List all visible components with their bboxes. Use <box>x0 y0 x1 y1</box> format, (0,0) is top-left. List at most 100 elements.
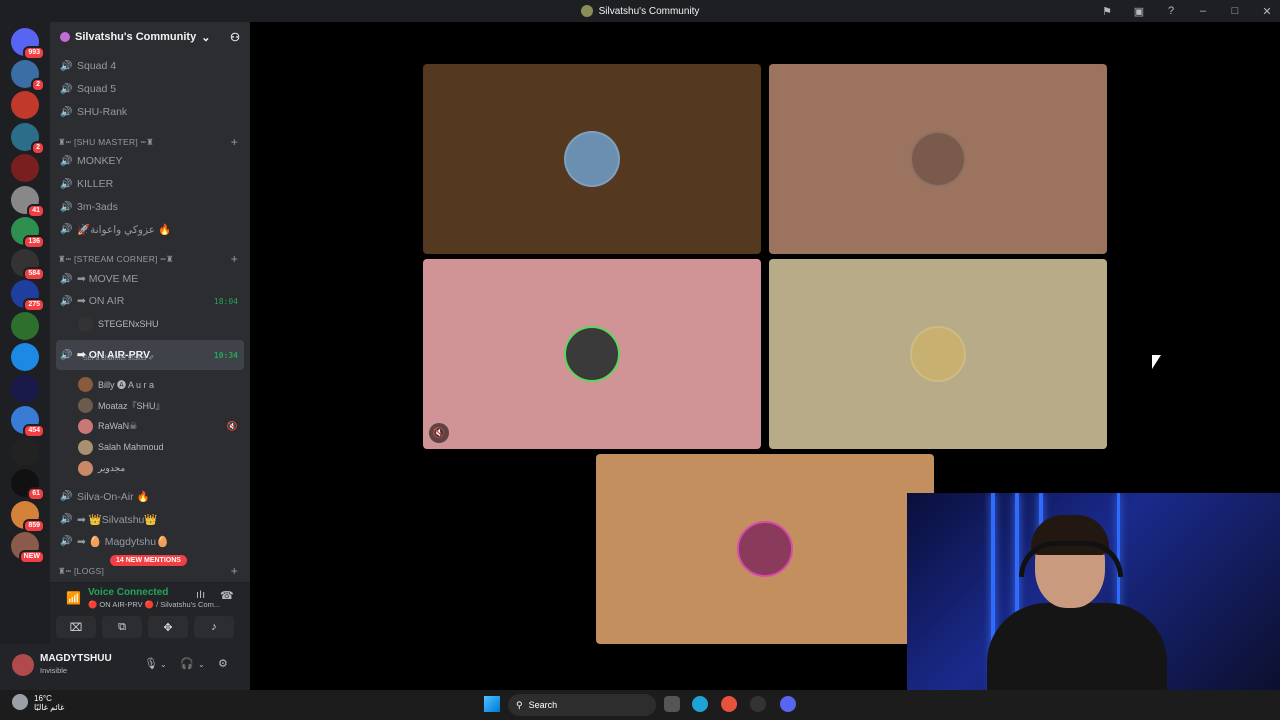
server-icon[interactable]: 454 <box>11 406 45 438</box>
unread-badge: NEW <box>18 550 45 564</box>
category-shumaster[interactable]: ♜┅ [SHU MASTER] ┅♜ + <box>58 134 242 150</box>
participant-tile[interactable]: 🔇 <box>423 259 761 449</box>
channel-onair[interactable]: 🔊 ➡ ON AIR 18:04 <box>56 291 244 311</box>
microphone-icon[interactable]: 🎙 <box>144 657 158 670</box>
channel-squad4[interactable]: 🔊 Squad 4 <box>56 56 244 76</box>
channel-shurank[interactable]: 🔊 SHU-Rank <box>56 102 244 122</box>
unread-badge: 993 <box>23 46 45 60</box>
unread-badge: 61 <box>27 487 45 501</box>
voice-user[interactable]: مجدوير <box>78 458 244 478</box>
unread-badge: 859 <box>23 518 45 533</box>
server-header[interactable]: Silvatshu's Community ⌄ ⚇ <box>50 22 250 52</box>
participant-tile[interactable] <box>769 64 1107 254</box>
server-icon[interactable] <box>11 154 39 182</box>
close-button[interactable]: ✕ <box>1260 5 1274 18</box>
camera-button[interactable]: ⌧ <box>56 616 96 638</box>
channel-3m3ads[interactable]: 🔊 3m-3ads <box>56 197 244 217</box>
server-icon[interactable]: 993 <box>11 28 45 60</box>
unread-badge: 275 <box>23 298 45 312</box>
server-icon[interactable]: 584 <box>11 248 45 281</box>
server-icon[interactable]: 61 <box>11 469 45 501</box>
noise-suppression-icon[interactable]: ıIı <box>196 589 205 601</box>
windows-start-icon[interactable] <box>484 696 500 712</box>
add-channel-icon[interactable]: + <box>231 564 238 578</box>
channel-onairprv[interactable]: 🔊 ➡ ON AIR-PRV 10:34 Set a channel status ✐ <box>56 340 244 370</box>
help-icon[interactable]: ? <box>1164 5 1178 17</box>
server-icon[interactable]: 859 <box>11 500 45 533</box>
maximize-button[interactable]: □ <box>1228 5 1242 17</box>
category-stream[interactable]: ♜┅ [STREAM CORNER] ┅♜ + <box>58 251 242 267</box>
avatar <box>564 326 620 382</box>
soundboard-button[interactable]: ♪ <box>194 616 234 638</box>
window-title-text: Silvatshu's Community <box>598 5 700 17</box>
channel-magdytshu[interactable]: 🔊 ➡ 🥚 Magdytshu🥚 <box>56 531 244 551</box>
participant-tile[interactable] <box>596 454 934 644</box>
inbox-icon[interactable]: ⚑ <box>1100 5 1114 18</box>
participant-tile[interactable] <box>769 259 1107 449</box>
voice-user[interactable]: Moataz『SHU』 <box>78 395 244 415</box>
voice-user[interactable]: Salah Mahmoud <box>78 437 244 457</box>
channel-silvatshu[interactable]: 🔊 ➡ 👑Silvatshu👑 <box>56 509 244 529</box>
server-icon[interactable]: 275 <box>11 280 45 312</box>
screenshare-button[interactable]: ⧉ <box>102 616 142 638</box>
server-icon[interactable]: 41 <box>11 185 45 218</box>
task-view-icon[interactable] <box>664 696 680 712</box>
speaker-icon: 🔊 <box>60 106 73 118</box>
chrome-icon[interactable] <box>721 696 737 712</box>
add-channel-icon[interactable]: + <box>231 252 238 266</box>
server-icon[interactable]: NEW <box>11 532 45 564</box>
server-icon[interactable] <box>11 91 39 119</box>
channel-squad5[interactable]: 🔊 Squad 5 <box>56 79 244 99</box>
activities-button[interactable]: ✥ <box>148 616 188 638</box>
screen-icon[interactable]: ▣ <box>1132 5 1146 18</box>
chevron-down-icon[interactable]: ⌄ <box>198 660 205 669</box>
category-label: ♜┅ [LOGS] <box>58 565 105 576</box>
voice-panel: 📶 Voice Connected 🔴 ON AIR-PRV 🔴 / Silva… <box>50 582 250 644</box>
channel-silvaonair[interactable]: 🔊 Silva-On-Air 🔥 <box>56 486 244 506</box>
server-icon[interactable]: 136 <box>11 217 45 249</box>
channel-status[interactable]: Set a channel status ✐ <box>83 354 154 362</box>
participant-tile[interactable] <box>423 64 761 254</box>
screenshare-icon: ⧉ <box>118 620 126 633</box>
username[interactable]: MAGDYTSHUU <box>40 653 112 664</box>
new-mentions-badge[interactable]: 14 NEW MENTIONS <box>110 555 187 566</box>
speaker-icon: 🔊 <box>60 83 73 95</box>
avatar[interactable] <box>12 654 34 676</box>
disconnect-icon[interactable]: ☎ <box>220 589 234 602</box>
signal-icon[interactable]: 📶 <box>66 591 81 605</box>
server-icon[interactable] <box>11 374 39 403</box>
chevron-down-icon[interactable]: ⌄ <box>160 660 167 669</box>
channel-killer[interactable]: 🔊 KILLER <box>56 174 244 194</box>
search-box[interactable]: ⚲ Search <box>508 694 656 716</box>
channel-timer: 10:34 <box>213 350 238 360</box>
window-title: Silvatshu's Community <box>580 5 700 17</box>
channel-arabic[interactable]: 🔊 🚀عزوكي واعوانة 🔥 <box>56 219 244 239</box>
server-icon[interactable]: 2 <box>11 59 45 92</box>
speaker-icon: 🔊 <box>60 223 73 235</box>
edge-icon[interactable] <box>692 696 708 712</box>
weather-text: غائم غالبًا <box>34 703 65 712</box>
channel-label: ➡ 👑Silvatshu👑 <box>77 513 158 526</box>
server-icon[interactable] <box>11 437 39 466</box>
discord-icon[interactable] <box>780 696 796 712</box>
voice-user[interactable]: RaWaN☠ 🔇 <box>78 416 244 436</box>
voice-user[interactable]: Billy 🅐 A u r a <box>78 374 244 394</box>
avatar <box>78 439 93 455</box>
gear-icon[interactable]: ⚙ <box>218 657 228 670</box>
server-icon[interactable] <box>11 311 39 340</box>
minimize-button[interactable]: – <box>1196 5 1210 17</box>
channel-monkey[interactable]: 🔊 MONKEY <box>56 151 244 171</box>
voice-user[interactable]: STEGENxSHU <box>78 314 244 334</box>
chevron-down-icon: ⌄ <box>201 31 211 44</box>
server-icon[interactable] <box>11 343 39 371</box>
headphones-icon[interactable]: 🎧 <box>180 657 194 670</box>
obs-icon[interactable] <box>750 696 766 712</box>
server-icon[interactable]: 2 <box>11 122 45 155</box>
weather-widget[interactable]: 16°C غائم غالبًا <box>12 694 64 712</box>
add-channel-icon[interactable]: + <box>231 135 238 149</box>
voice-channel-link[interactable]: 🔴 ON AIR-PRV 🔴 / Silvatshu's Com... <box>88 600 220 609</box>
user-panel: MAGDYTSHUU Invisible 🎙 ⌄ 🎧 ⌄ ⚙ <box>0 644 250 690</box>
add-member-icon[interactable]: ⚇ <box>230 31 240 44</box>
avatar <box>78 376 93 392</box>
channel-moveme[interactable]: 🔊 ➡ MOVE ME <box>56 269 244 289</box>
